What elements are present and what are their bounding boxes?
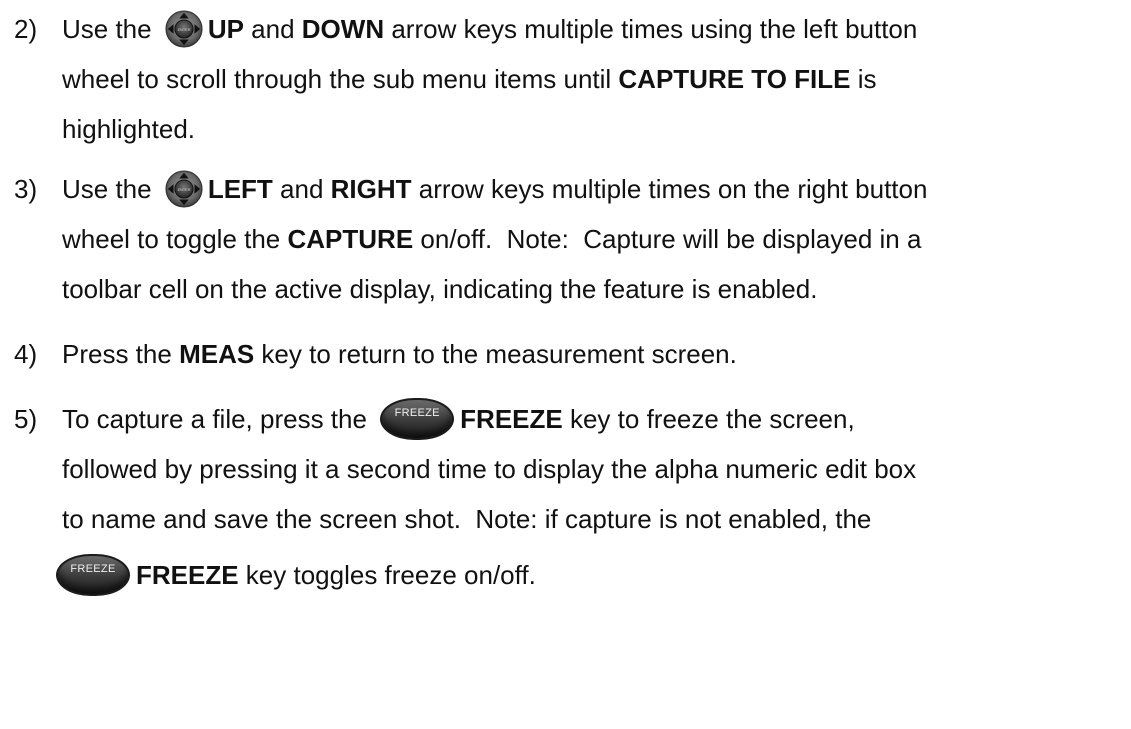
text: Press the	[62, 339, 180, 369]
text: on/off. Note: Capture will be displayed …	[413, 224, 922, 254]
step-number: 5)	[14, 404, 38, 434]
text: key toggles freeze on/off.	[238, 560, 536, 590]
step-5-line-4: FREEZE FREEZE key toggles freeze on/off.	[14, 550, 1119, 600]
keyword-meas: MEAS	[179, 339, 255, 369]
freeze-key-icon: FREEZE	[56, 554, 130, 596]
step-4-line-1: 4) Press the MEAS key to return to the m…	[14, 329, 1119, 379]
step-4: 4) Press the MEAS key to return to the m…	[14, 329, 1119, 379]
keyword-right: RIGHT	[330, 174, 412, 204]
text: followed by pressing it a second time to…	[62, 454, 917, 484]
step-2-line-1: 2) Use the UP and DOWN arrow keys multip…	[14, 4, 1119, 54]
text: To capture a file, press the	[62, 404, 375, 434]
step-5: 5) To capture a file, press the FREEZE F…	[14, 394, 1119, 600]
text: and	[243, 14, 302, 44]
text: key to return to the measurement screen.	[254, 339, 737, 369]
text: key to freeze the screen,	[562, 404, 855, 434]
enter-wheel-icon	[165, 170, 203, 208]
step-3-line-3: toolbar cell on the active display, indi…	[14, 264, 1119, 314]
freeze-key-icon: FREEZE	[380, 398, 455, 440]
text: highlighted.	[62, 114, 195, 144]
step-5-line-3: to name and save the screen shot. Note: …	[14, 494, 1119, 544]
step-3-line-1: 3) Use the LEFT and RIGHT arrow keys mul…	[14, 164, 1119, 214]
keyword-capture: CAPTURE	[287, 224, 414, 254]
keyword-down: DOWN	[301, 14, 385, 44]
text: arrow keys multiple times on the right b…	[411, 174, 928, 204]
step-3: 3) Use the LEFT and RIGHT arrow keys mul…	[14, 164, 1119, 314]
step-5-line-1: 5) To capture a file, press the FREEZE F…	[14, 394, 1119, 444]
step-3-line-2: wheel to toggle the CAPTURE on/off. Note…	[14, 214, 1119, 264]
keyword-left: LEFT	[207, 174, 273, 204]
enter-wheel-icon	[165, 10, 203, 48]
text: to name and save the screen shot. Note: …	[62, 504, 872, 534]
step-number: 2)	[14, 14, 38, 44]
keyword-freeze: FREEZE	[136, 560, 239, 590]
step-2: 2) Use the UP and DOWN arrow keys multip…	[14, 4, 1119, 154]
text: toolbar cell on the active display, indi…	[62, 274, 818, 304]
text: arrow keys multiple times using the left…	[384, 14, 918, 44]
text: and	[272, 174, 331, 204]
text: Use the	[62, 174, 159, 204]
text: wheel to toggle the	[62, 224, 288, 254]
step-number: 3)	[14, 174, 38, 204]
step-number: 4)	[14, 339, 38, 369]
text: Use the	[62, 14, 159, 44]
keyword-capture-to-file: CAPTURE TO FILE	[618, 64, 851, 94]
text: wheel to scroll through the sub menu ite…	[62, 64, 619, 94]
keyword-freeze: FREEZE	[460, 404, 563, 434]
step-2-line-2: wheel to scroll through the sub menu ite…	[14, 54, 1119, 104]
text: is	[850, 64, 877, 94]
step-2-line-3: highlighted.	[14, 104, 1119, 154]
step-5-line-2: followed by pressing it a second time to…	[14, 444, 1119, 494]
keyword-up: UP	[207, 14, 244, 44]
